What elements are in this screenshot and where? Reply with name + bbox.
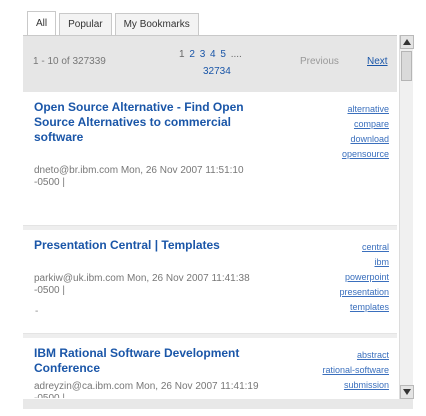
tab-popular[interactable]: Popular bbox=[59, 13, 112, 35]
tab-strip: All Popular My Bookmarks bbox=[27, 11, 202, 35]
tag-link[interactable]: central bbox=[299, 240, 389, 255]
bookmark-meta: dneto@br.ibm.com Mon, 26 Nov 2007 11:51:… bbox=[34, 165, 244, 188]
bookmark-meta: adreyzin@ca.ibm.com Mon, 26 Nov 2007 11:… bbox=[34, 381, 259, 398]
tag-link[interactable]: abstract bbox=[299, 348, 389, 363]
tab-all[interactable]: All bbox=[27, 11, 57, 35]
pager-bar: 1 - 10 of 327339 1 2 3 4 5 .... 32734 Pr… bbox=[23, 35, 397, 92]
tag-list: abstract rational-software submission bbox=[299, 348, 389, 393]
tag-link[interactable]: presentation bbox=[299, 285, 389, 300]
tag-link[interactable]: templates bbox=[299, 300, 389, 315]
scroll-thumb[interactable] bbox=[401, 51, 412, 81]
tag-link[interactable]: download bbox=[299, 132, 389, 147]
tag-link[interactable]: opensource bbox=[299, 147, 389, 162]
arrow-down-icon bbox=[403, 389, 411, 395]
page-link-4[interactable]: 4 bbox=[210, 49, 216, 60]
page-link-5[interactable]: 5 bbox=[220, 49, 226, 60]
tab-my-bookmarks[interactable]: My Bookmarks bbox=[114, 13, 199, 35]
arrow-up-icon bbox=[403, 39, 411, 45]
page-link-last[interactable]: 32734 bbox=[203, 63, 231, 80]
tag-link[interactable]: submission bbox=[299, 378, 389, 393]
vertical-scrollbar[interactable] bbox=[399, 35, 414, 399]
bookmark-title[interactable]: IBM Rational Software Development Confer… bbox=[34, 346, 264, 376]
bookmarks-widget: All Popular My Bookmarks 1 - 10 of 32733… bbox=[19, 7, 415, 409]
tag-link[interactable]: compare bbox=[299, 117, 389, 132]
results-list: Open Source Alternative - Find Open Sour… bbox=[23, 92, 397, 398]
result-count: 1 - 10 of 327339 bbox=[33, 56, 106, 67]
tag-link[interactable]: ibm bbox=[299, 255, 389, 270]
bookmark-title[interactable]: Presentation Central | Templates bbox=[34, 238, 264, 253]
list-item: Open Source Alternative - Find Open Sour… bbox=[23, 92, 397, 226]
bookmark-title[interactable]: Open Source Alternative - Find Open Sour… bbox=[34, 100, 264, 145]
tag-link[interactable]: rational-software bbox=[299, 363, 389, 378]
tag-list: alternative compare download opensource bbox=[299, 102, 389, 162]
tag-link[interactable]: alternative bbox=[299, 102, 389, 117]
page-links: 1 2 3 4 5 .... 32734 bbox=[179, 46, 257, 77]
page-ellipsis: .... bbox=[230, 49, 242, 60]
bottom-bar bbox=[23, 399, 413, 409]
scroll-up-button[interactable] bbox=[400, 35, 414, 49]
tag-list: central ibm powerpoint presentation temp… bbox=[299, 240, 389, 315]
page-link-1: 1 bbox=[179, 49, 185, 60]
bookmark-note: - bbox=[35, 306, 39, 317]
previous-link: Previous bbox=[300, 56, 339, 67]
bookmark-meta: parkiw@uk.ibm.com Mon, 26 Nov 2007 11:41… bbox=[34, 273, 250, 296]
page-link-2[interactable]: 2 bbox=[189, 49, 195, 60]
scroll-down-button[interactable] bbox=[400, 385, 414, 399]
list-item: IBM Rational Software Development Confer… bbox=[23, 338, 397, 398]
page-link-3[interactable]: 3 bbox=[200, 49, 206, 60]
next-link[interactable]: Next bbox=[367, 56, 388, 67]
tag-link[interactable]: powerpoint bbox=[299, 270, 389, 285]
list-item: Presentation Central | Templates parkiw@… bbox=[23, 230, 397, 334]
